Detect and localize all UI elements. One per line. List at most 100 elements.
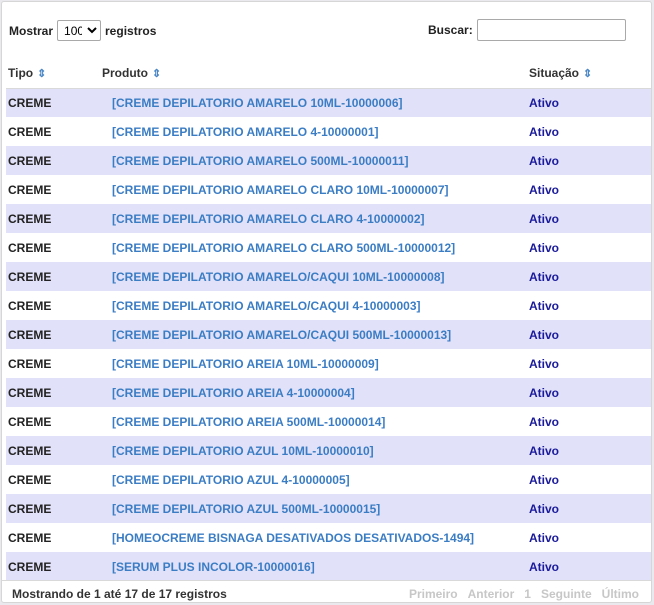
show-label: Mostrar bbox=[9, 23, 54, 38]
sort-both-icon: ⇕ bbox=[152, 67, 162, 80]
pagination-next[interactable]: Seguinte bbox=[541, 587, 592, 601]
cell-situacao: Ativo bbox=[527, 320, 651, 349]
cell-tipo: CREME bbox=[6, 233, 100, 262]
table-row: CREME [CREME DEPILATORIO AMARELO CLARO 10… bbox=[6, 175, 651, 204]
cell-produto: [CREME DEPILATORIO AMARELO CLARO 10ML-10… bbox=[100, 175, 527, 204]
cell-produto: [SERUM PLUS INCOLOR-10000016] bbox=[100, 552, 527, 581]
sort-both-icon: ⇕ bbox=[37, 67, 47, 80]
cell-tipo: CREME bbox=[6, 349, 100, 378]
table-row: CREME [CREME DEPILATORIO AZUL 10ML-100000… bbox=[6, 436, 651, 465]
table-row: CREME [HOMEOCREME BISNAGA DESATIVADOS DES… bbox=[6, 523, 651, 552]
pagination: Primeiro Anterior 1 Seguinte Último bbox=[409, 587, 639, 601]
column-header-label: Produto bbox=[102, 65, 148, 80]
cell-tipo: CREME bbox=[6, 407, 100, 436]
cell-produto: [CREME DEPILATORIO AMARELO 500ML-1000001… bbox=[100, 146, 527, 175]
table-row: CREME [CREME DEPILATORIO AMARELO/CAQUI 50… bbox=[6, 320, 651, 349]
product-link[interactable]: [CREME DEPILATORIO AREIA 500ML-10000014] bbox=[102, 415, 385, 429]
table-row: CREME [CREME DEPILATORIO AMARELO/CAQUI 4-… bbox=[6, 291, 651, 320]
cell-situacao: Ativo bbox=[527, 465, 651, 494]
product-link[interactable]: [HOMEOCREME BISNAGA DESATIVADOS DESATIVA… bbox=[102, 531, 474, 545]
cell-produto: [CREME DEPILATORIO AZUL 500ML-10000015] bbox=[100, 494, 527, 523]
table-row: CREME [CREME DEPILATORIO AZUL 500ML-10000… bbox=[6, 494, 651, 523]
product-link[interactable]: [CREME DEPILATORIO AZUL 10ML-10000010] bbox=[102, 444, 374, 458]
cell-situacao: Ativo bbox=[527, 117, 651, 146]
cell-situacao: Ativo bbox=[527, 262, 651, 291]
table-header-row: Tipo ⇕ Produto ⇕ Situação ⇕ bbox=[6, 58, 651, 89]
cell-situacao: Ativo bbox=[527, 378, 651, 407]
product-link[interactable]: [CREME DEPILATORIO AMARELO 500ML-1000001… bbox=[102, 154, 409, 168]
table-controls: Mostrar 100 registros Buscar: bbox=[2, 2, 651, 58]
cell-tipo: CREME bbox=[6, 88, 100, 117]
cell-tipo: CREME bbox=[6, 320, 100, 349]
cell-produto: [CREME DEPILATORIO AZUL 4-10000005] bbox=[100, 465, 527, 494]
cell-produto: [CREME DEPILATORIO AREIA 500ML-10000014] bbox=[100, 407, 527, 436]
cell-produto: [CREME DEPILATORIO AMARELO 10ML-10000006… bbox=[100, 88, 527, 117]
product-link[interactable]: [CREME DEPILATORIO AMARELO/CAQUI 10ML-10… bbox=[102, 270, 445, 284]
cell-tipo: CREME bbox=[6, 378, 100, 407]
column-header-label: Situação bbox=[529, 65, 580, 80]
cell-tipo: CREME bbox=[6, 523, 100, 552]
column-header-produto[interactable]: Produto ⇕ bbox=[100, 58, 527, 89]
cell-produto: [CREME DEPILATORIO AMARELO CLARO 500ML-1… bbox=[100, 233, 527, 262]
cell-situacao: Ativo bbox=[527, 436, 651, 465]
column-header-tipo[interactable]: Tipo ⇕ bbox=[6, 58, 100, 89]
cell-situacao: Ativo bbox=[527, 552, 651, 581]
cell-produto: [CREME DEPILATORIO AMARELO/CAQUI 500ML-1… bbox=[100, 320, 527, 349]
table-row: CREME [CREME DEPILATORIO AMARELO 10ML-100… bbox=[6, 88, 651, 117]
cell-tipo: CREME bbox=[6, 146, 100, 175]
cell-produto: [CREME DEPILATORIO AMARELO/CAQUI 10ML-10… bbox=[100, 262, 527, 291]
product-link[interactable]: [SERUM PLUS INCOLOR-10000016] bbox=[102, 560, 315, 574]
search-input[interactable] bbox=[476, 19, 626, 41]
cell-situacao: Ativo bbox=[527, 204, 651, 233]
table-footer: Mostrando de 1 até 17 de 17 registros Pr… bbox=[2, 580, 651, 604]
product-link[interactable]: [CREME DEPILATORIO AZUL 4-10000005] bbox=[102, 473, 350, 487]
product-link[interactable]: [CREME DEPILATORIO AMARELO CLARO 500ML-1… bbox=[102, 241, 455, 255]
table-row: CREME [CREME DEPILATORIO AMARELO/CAQUI 10… bbox=[6, 262, 651, 291]
product-link[interactable]: [CREME DEPILATORIO AREIA 10ML-10000009] bbox=[102, 357, 379, 371]
cell-produto: [HOMEOCREME BISNAGA DESATIVADOS DESATIVA… bbox=[100, 523, 527, 552]
cell-tipo: CREME bbox=[6, 117, 100, 146]
product-link[interactable]: [CREME DEPILATORIO AMARELO CLARO 4-10000… bbox=[102, 212, 425, 226]
search-label: Buscar: bbox=[428, 23, 473, 37]
table-row: CREME [CREME DEPILATORIO AMARELO 4-100000… bbox=[6, 117, 651, 146]
sort-both-icon: ⇕ bbox=[583, 67, 593, 80]
pagination-page-1[interactable]: 1 bbox=[524, 587, 531, 601]
cell-produto: [CREME DEPILATORIO AMARELO CLARO 4-10000… bbox=[100, 204, 527, 233]
cell-produto: [CREME DEPILATORIO AREIA 10ML-10000009] bbox=[100, 349, 527, 378]
table-row: CREME [CREME DEPILATORIO AREIA 500ML-1000… bbox=[6, 407, 651, 436]
search-control: Buscar: bbox=[428, 19, 626, 41]
product-link[interactable]: [CREME DEPILATORIO AREIA 4-10000004] bbox=[102, 386, 355, 400]
cell-situacao: Ativo bbox=[527, 291, 651, 320]
table-row: CREME [CREME DEPILATORIO AREIA 4-10000004… bbox=[6, 378, 651, 407]
cell-produto: [CREME DEPILATORIO AZUL 10ML-10000010] bbox=[100, 436, 527, 465]
page-size-select[interactable]: 100 bbox=[57, 20, 102, 41]
page-length-control: Mostrar 100 registros bbox=[9, 20, 156, 41]
table-info: Mostrando de 1 até 17 de 17 registros bbox=[12, 587, 227, 601]
table-row: CREME [CREME DEPILATORIO AMARELO CLARO 4-… bbox=[6, 204, 651, 233]
cell-situacao: Ativo bbox=[527, 88, 651, 117]
table-row: CREME [CREME DEPILATORIO AMARELO 500ML-10… bbox=[6, 146, 651, 175]
column-header-situacao[interactable]: Situação ⇕ bbox=[527, 58, 651, 89]
cell-tipo: CREME bbox=[6, 494, 100, 523]
pagination-last[interactable]: Último bbox=[602, 587, 639, 601]
table-body: CREME [CREME DEPILATORIO AMARELO 10ML-100… bbox=[6, 88, 651, 581]
table-row: CREME [SERUM PLUS INCOLOR-10000016] Ativo bbox=[6, 552, 651, 581]
cell-tipo: CREME bbox=[6, 552, 100, 581]
product-link[interactable]: [CREME DEPILATORIO AMARELO 10ML-10000006… bbox=[102, 96, 403, 110]
table-row: CREME [CREME DEPILATORIO AMARELO CLARO 50… bbox=[6, 233, 651, 262]
product-link[interactable]: [CREME DEPILATORIO AMARELO 4-10000001] bbox=[102, 125, 379, 139]
product-link[interactable]: [CREME DEPILATORIO AMARELO/CAQUI 500ML-1… bbox=[102, 328, 451, 342]
product-link[interactable]: [CREME DEPILATORIO AZUL 500ML-10000015] bbox=[102, 502, 380, 516]
cell-situacao: Ativo bbox=[527, 146, 651, 175]
products-table: Tipo ⇕ Produto ⇕ Situação ⇕ CREME [CREME DEP… bbox=[6, 58, 651, 581]
cell-situacao: Ativo bbox=[527, 523, 651, 552]
column-header-label: Tipo bbox=[8, 65, 34, 80]
pagination-previous[interactable]: Anterior bbox=[468, 587, 515, 601]
cell-tipo: CREME bbox=[6, 436, 100, 465]
cell-tipo: CREME bbox=[6, 291, 100, 320]
product-link[interactable]: [CREME DEPILATORIO AMARELO CLARO 10ML-10… bbox=[102, 183, 449, 197]
product-link[interactable]: [CREME DEPILATORIO AMARELO/CAQUI 4-10000… bbox=[102, 299, 421, 313]
pagination-first[interactable]: Primeiro bbox=[409, 587, 458, 601]
table-row: CREME [CREME DEPILATORIO AZUL 4-10000005]… bbox=[6, 465, 651, 494]
cell-situacao: Ativo bbox=[527, 175, 651, 204]
